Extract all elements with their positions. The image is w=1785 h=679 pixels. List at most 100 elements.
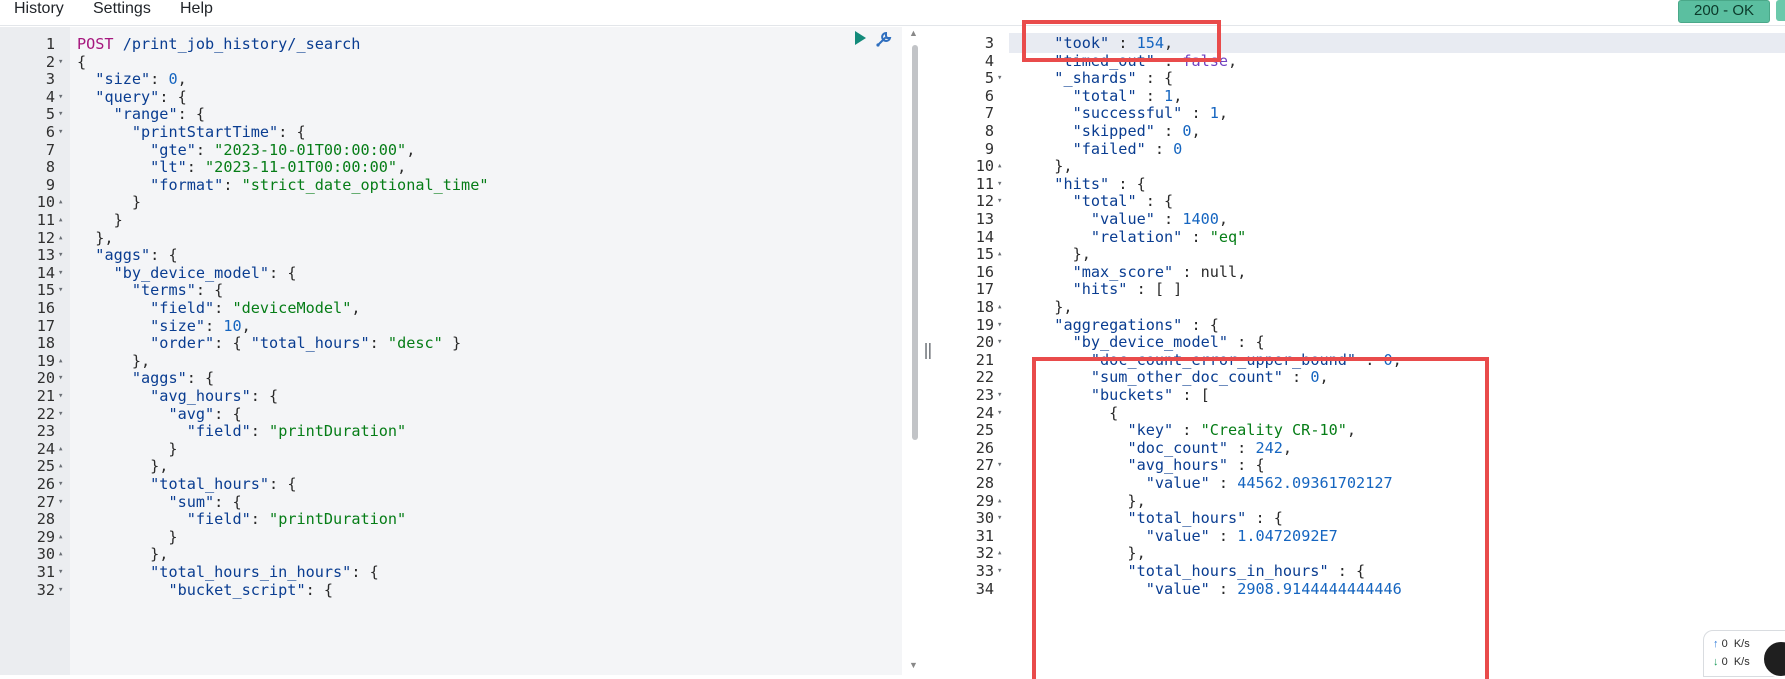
code-token: "order"	[150, 334, 215, 353]
code-token: "query"	[95, 87, 160, 106]
code-token: :	[1282, 368, 1311, 387]
drag-handle-icon[interactable]: ‖	[922, 340, 934, 360]
menu-settings[interactable]: Settings	[93, 0, 151, 18]
code-token: "value"	[1090, 210, 1155, 228]
code-token: }	[77, 193, 142, 212]
code-token: "printDuration"	[269, 510, 407, 529]
code-token: "total_hours_in_hours"	[1127, 562, 1329, 580]
code-token: },	[1036, 491, 1146, 510]
code-token: : {	[269, 475, 297, 493]
code-token: : {	[195, 281, 224, 300]
code-line[interactable]: 32 ▾ "bucket_script": {	[0, 580, 915, 600]
code-token: "successful"	[1072, 104, 1183, 123]
code-token: "aggregations"	[1054, 315, 1183, 334]
scroll-up-arrow-icon[interactable]: ▲	[909, 28, 918, 38]
code-token: ,	[1319, 368, 1329, 387]
code-token: ,	[1346, 421, 1357, 440]
download-arrow-icon: ↓	[1713, 656, 1719, 668]
code-token: : {	[1182, 315, 1219, 334]
code-token: :	[369, 334, 388, 353]
code-token: :	[1173, 421, 1201, 440]
code-token: "aggs"	[131, 369, 187, 388]
request-scrollbar-thumb[interactable]	[912, 45, 918, 440]
code-token: 2908.9144444444446	[1237, 579, 1402, 598]
code-token: "avg"	[168, 404, 215, 423]
code-token: },	[1036, 245, 1091, 264]
code-token: "avg_hours"	[1127, 456, 1229, 475]
code-token: "range"	[113, 105, 178, 124]
code-token: "avg_hours"	[150, 387, 251, 405]
code-token: : {	[1109, 174, 1146, 193]
code-text: "bucket_script": {	[77, 580, 333, 600]
code-token: :	[1154, 210, 1183, 228]
code-token: "bucket_script"	[168, 580, 306, 599]
code-token: ,	[177, 70, 187, 89]
request-editor[interactable]: 1 POST /print_job_history/_search 2 ▾{3 "si…	[0, 27, 915, 675]
code-token: "skipped"	[1072, 122, 1155, 140]
code-token: }	[77, 439, 178, 458]
code-token: : [	[1173, 386, 1210, 404]
code-token: },	[77, 545, 169, 564]
code-token: :	[1209, 526, 1238, 545]
response-viewer[interactable]: 3 "took" : 154, 4 "timed_out" : false, 5 ▾ …	[939, 27, 1785, 675]
code-token: :	[1145, 139, 1174, 158]
code-token: "Creality CR-10"	[1200, 421, 1347, 440]
code-token: "value"	[1145, 579, 1210, 598]
play-icon[interactable]	[852, 30, 868, 46]
code-token: "_shards"	[1054, 69, 1137, 88]
code-token: ,	[241, 316, 251, 335]
code-token: :	[1154, 122, 1183, 140]
code-token: "2023-11-01T00:00:00"	[205, 158, 398, 177]
code-token: :	[223, 175, 242, 194]
code-token: "field"	[186, 422, 251, 441]
code-token: false	[1182, 51, 1229, 70]
code-token: "printStartTime"	[131, 123, 279, 141]
menu-history[interactable]: History	[14, 0, 64, 18]
menu-help[interactable]: Help	[180, 0, 213, 18]
code-token: }	[442, 334, 462, 353]
code-token: "by_device_model"	[113, 263, 270, 282]
code-token: "buckets"	[1090, 386, 1174, 404]
wrench-icon[interactable]	[874, 30, 892, 47]
code-token: : {	[351, 563, 379, 581]
code-token: : {	[177, 105, 206, 124]
code-token: :	[195, 140, 215, 159]
code-token: :	[214, 299, 233, 317]
code-token: "hits"	[1054, 174, 1110, 193]
code-token: 10	[223, 316, 242, 335]
code-token: "doc_count"	[1127, 438, 1229, 457]
code-token: :	[205, 316, 224, 335]
code-token: "printDuration"	[269, 422, 407, 441]
code-line[interactable]: 34 "value" : 2908.9144444444446	[939, 579, 1785, 599]
code-token: 44562.09361702127	[1237, 474, 1393, 492]
code-token: : {	[1228, 456, 1265, 475]
code-token: },	[1036, 298, 1073, 316]
code-token: ,	[1218, 104, 1229, 123]
fold-collapse-icon[interactable]: ▾	[58, 580, 68, 600]
scroll-down-arrow-icon[interactable]: ▼	[909, 660, 918, 670]
code-token: ,	[397, 158, 407, 177]
code-token: },	[1036, 157, 1073, 176]
code-token: "sum_other_doc_count"	[1090, 368, 1283, 387]
